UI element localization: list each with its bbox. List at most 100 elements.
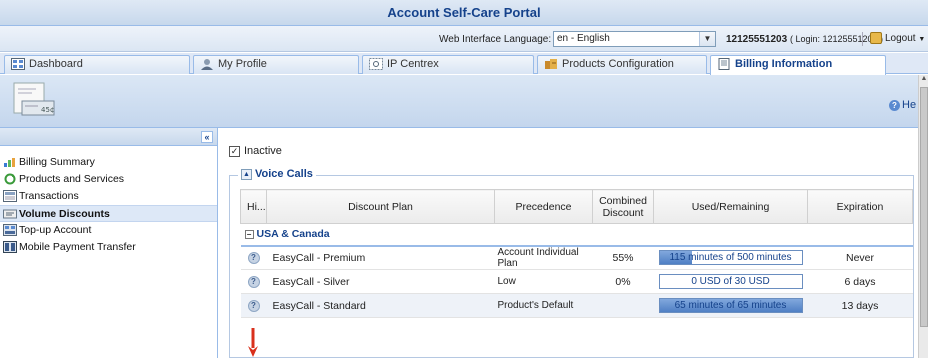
- table-row[interactable]: ? EasyCall - Silver Low 0% 0 USD of 30 U…: [240, 269, 913, 294]
- products-icon: [545, 59, 557, 70]
- inactive-checkbox[interactable]: ✓: [229, 145, 240, 157]
- usage-progress-bar: 115 minutes of 500 minutes: [658, 250, 803, 266]
- chevron-down-icon[interactable]: ▼: [699, 32, 715, 46]
- tab-label: Products Configuration: [562, 58, 674, 70]
- sidebar-item-label: Mobile Payment Transfer: [19, 241, 136, 253]
- billing-icon: [718, 58, 730, 71]
- column-header-combined-discount[interactable]: Combined Discount: [592, 189, 654, 224]
- sidebar-header: «: [0, 128, 217, 146]
- inactive-filter[interactable]: ✓ Inactive: [229, 145, 282, 157]
- sidebar-item-label: Billing Summary: [19, 156, 95, 168]
- column-header-used-remaining[interactable]: Used/Remaining: [653, 189, 808, 224]
- portal-title-bar: Account Self-Care Portal: [0, 0, 928, 26]
- main-content: ✓ Inactive ▲ Voice Calls Hi... Discount Pl…: [219, 128, 918, 358]
- usage-progress-text: 0 USD of 30 USD: [691, 276, 770, 287]
- combined-discount-cell: [592, 293, 654, 318]
- expiration-cell: 13 days: [807, 293, 913, 318]
- chart-icon: [4, 158, 15, 168]
- logout-button[interactable]: Logout ▼: [870, 31, 925, 47]
- help-link[interactable]: ? He: [889, 99, 916, 111]
- sidebar-item-top-up-account[interactable]: Top-up Account: [0, 222, 217, 239]
- sidebar-item-products-and-services[interactable]: Products and Services: [0, 171, 217, 188]
- combined-discount-cell: 0%: [592, 269, 654, 294]
- help-icon: ?: [889, 100, 900, 111]
- tab-ip-centrex[interactable]: IP Centrex: [362, 55, 534, 74]
- mobile-payment-icon: [3, 241, 17, 254]
- dashboard-icon: [11, 58, 25, 71]
- discount-plan-cell: EasyCall - Standard: [266, 293, 495, 318]
- column-header-expiration[interactable]: Expiration: [807, 189, 913, 224]
- bill-icon: 45¢: [13, 82, 55, 116]
- main-tab-bar: Dashboard My Profile IP Centrex Products…: [0, 53, 928, 75]
- collapse-group-icon[interactable]: −: [244, 229, 254, 239]
- scrollbar-thumb[interactable]: [920, 87, 928, 327]
- transactions-icon: [3, 190, 17, 203]
- toolbar-separator: [862, 32, 863, 46]
- voice-calls-section: ▲ Voice Calls Hi... Discount Plan Precede…: [229, 168, 914, 358]
- tab-dashboard[interactable]: Dashboard: [4, 55, 190, 74]
- expiration-cell: 6 days: [807, 269, 913, 294]
- section-title: Voice Calls: [255, 168, 313, 180]
- tab-products-configuration[interactable]: Products Configuration: [537, 55, 707, 74]
- group-label: USA & Canada: [256, 228, 330, 241]
- language-select-value: en - English: [557, 33, 610, 44]
- column-header-discount-plan[interactable]: Discount Plan: [266, 189, 495, 224]
- precedence-cell: Account Individual Plan: [494, 245, 593, 270]
- group-row-usa-canada[interactable]: − USA & Canada: [240, 223, 913, 247]
- tab-label: Billing Information: [735, 58, 833, 70]
- table-row[interactable]: ? EasyCall - Standard Product's Default …: [240, 293, 913, 318]
- voice-calls-legend[interactable]: ▲ Voice Calls: [238, 168, 316, 180]
- sidebar-item-volume-discounts[interactable]: Volume Discounts: [0, 205, 217, 222]
- help-icon[interactable]: ?: [247, 252, 260, 265]
- scroll-up-arrow-icon[interactable]: ▲: [919, 75, 928, 85]
- bill-icon-caption: 45¢: [41, 106, 54, 114]
- chevron-down-icon: ▼: [918, 36, 926, 43]
- table-row[interactable]: ? EasyCall - Premium Account Individual …: [240, 245, 913, 270]
- usage-progress-bar: 0 USD of 30 USD: [658, 274, 803, 289]
- usage-progress-text: 115 minutes of 500 minutes: [669, 252, 792, 264]
- top-toolbar: Web Interface Language: en - English ▼ 1…: [0, 26, 928, 52]
- precedence-cell: Low: [494, 269, 593, 294]
- language-label: Web Interface Language:: [439, 34, 552, 45]
- annotation-arrow-icon: [248, 328, 258, 357]
- sidebar-item-label: Products and Services: [19, 173, 125, 185]
- network-icon: [369, 58, 383, 71]
- table-header-row: Hi... Discount Plan Precedence Combined …: [240, 189, 913, 224]
- help-icon[interactable]: ?: [247, 300, 260, 312]
- sidebar: « Billing Summary Products and Services …: [0, 128, 218, 358]
- column-header-hint[interactable]: Hi...: [240, 189, 267, 224]
- refresh-icon: [4, 173, 16, 185]
- help-label: He: [902, 99, 917, 111]
- tab-label: Dashboard: [29, 58, 83, 70]
- collapse-section-icon[interactable]: ▲: [241, 168, 252, 180]
- usage-progress-text: 65 minutes of 65 minutes: [674, 300, 787, 311]
- account-id: 12125551203: [726, 34, 788, 45]
- vertical-scrollbar[interactable]: ▲: [918, 75, 928, 358]
- discount-plan-cell: EasyCall - Silver: [266, 269, 495, 294]
- tab-label: My Profile: [218, 58, 267, 70]
- inactive-label: Inactive: [244, 145, 282, 157]
- user-icon: [201, 59, 213, 71]
- discount-plan-cell: EasyCall - Premium: [266, 245, 495, 270]
- expiration-cell: Never: [807, 245, 913, 270]
- collapse-sidebar-button[interactable]: «: [201, 131, 213, 143]
- combined-discount-cell: 55%: [592, 245, 654, 270]
- page-header-strip: 45¢ ? He: [0, 75, 918, 128]
- help-icon[interactable]: ?: [247, 276, 260, 288]
- account-info: 12125551203 ( Login: 12125551203 ): [726, 34, 883, 45]
- sidebar-item-label: Volume Discounts: [19, 208, 110, 220]
- sidebar-item-mobile-payment-transfer[interactable]: Mobile Payment Transfer: [0, 239, 217, 256]
- top-up-icon: [3, 224, 17, 237]
- sidebar-item-label: Transactions: [19, 190, 79, 202]
- sidebar-item-transactions[interactable]: Transactions: [0, 188, 217, 205]
- volume-discounts-icon: [3, 209, 17, 219]
- column-header-precedence[interactable]: Precedence: [494, 189, 593, 224]
- sidebar-item-billing-summary[interactable]: Billing Summary: [0, 154, 217, 171]
- sidebar-item-label: Top-up Account: [19, 224, 92, 236]
- tab-my-profile[interactable]: My Profile: [193, 55, 359, 74]
- logout-label: Logout: [885, 33, 916, 44]
- sidebar-nav: Billing Summary Products and Services Tr…: [0, 154, 217, 256]
- lock-icon: [870, 32, 882, 45]
- language-select[interactable]: en - English ▼: [553, 31, 716, 47]
- tab-billing-information[interactable]: Billing Information: [710, 55, 886, 75]
